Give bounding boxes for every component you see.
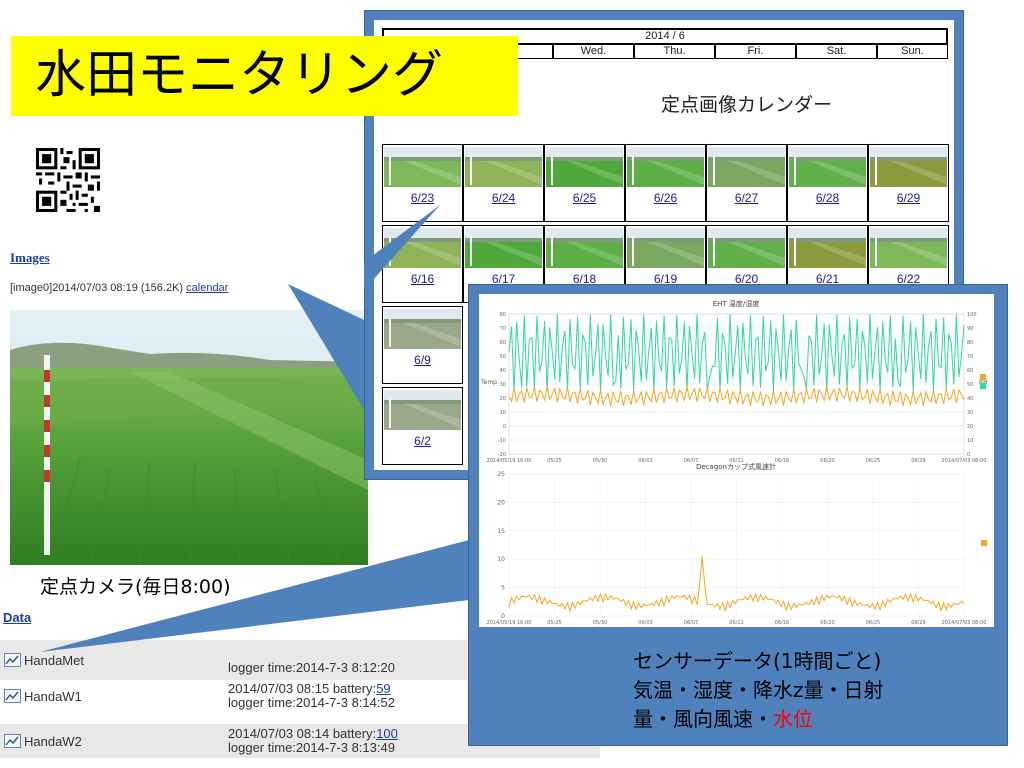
chart2-ytick: 0 — [501, 613, 505, 620]
water-level-label: 水位 — [773, 707, 813, 731]
chart2-xtick: 05/30 — [593, 620, 607, 626]
chart2-xtick: 06/29 — [911, 620, 925, 626]
chart1-xtick: 05/30 — [593, 458, 607, 464]
chart1-ytick-right: 20 — [967, 424, 973, 430]
headline-title: 水田モニタリング — [11, 36, 518, 116]
chart2-ytick: 25 — [497, 471, 505, 478]
chart1-left-label: Temp. — [480, 379, 499, 386]
chart1-xtick: 06/07 — [684, 458, 698, 464]
chart1-ytick-right: 60 — [967, 368, 973, 374]
chart1-ytick-right: 10 — [967, 438, 973, 444]
sensor-description: センサーデータ(1時間ごと) 気温・湿度・降水z量・日射 量・風向風速・水位 — [633, 647, 884, 734]
chart2-xtick: 06/16 — [775, 620, 789, 626]
chart1-ytick-right: 30 — [967, 410, 973, 416]
chart1-ytick-right: 90 — [967, 326, 973, 332]
chart2-xtick: 2014/05/19 16:00 — [487, 620, 532, 626]
chart1-title: EHT 温度/湿度 — [713, 299, 760, 308]
chart2-ytick: 5 — [501, 585, 505, 592]
chart1-xtick: 06/20 — [820, 458, 834, 464]
sensor-charts-svg: EHT 温度/湿度 Temp. RH Decagonカップ式風速計 -20-10… — [480, 299, 988, 626]
chart1-ytick: 80 — [500, 312, 506, 318]
chart2-ytick: 20 — [497, 499, 505, 506]
chart1-xtick: 06/03 — [638, 458, 652, 464]
chart2-xtick: 06/11 — [729, 620, 743, 626]
chart2-xtick: 06/25 — [866, 620, 880, 626]
chart1-ytick: 30 — [500, 382, 506, 388]
chart1-ytick: 20 — [500, 396, 506, 402]
chart1-ytick: 40 — [500, 368, 506, 374]
chart2-xtick: 2014/07/03 08:00 — [942, 620, 987, 626]
chart1-xtick: 05/25 — [547, 458, 561, 464]
calendar-callout-tail — [288, 284, 364, 410]
chart2-xtick: 06/07 — [684, 620, 698, 626]
chart2-ytick: 10 — [497, 556, 505, 563]
chart1-ytick: 50 — [500, 354, 506, 360]
sensor-line3-text: 量・風向風速・ — [633, 707, 773, 731]
sensor-line1: センサーデータ(1時間ごと) — [633, 649, 882, 673]
chart1-ytick: -10 — [498, 438, 506, 444]
temp-legend-swatch — [980, 374, 986, 380]
rh-legend-swatch — [980, 383, 986, 389]
wind-legend-swatch — [981, 540, 987, 546]
sensor-line2: 気温・湿度・降水z量・日射 — [633, 678, 884, 702]
chart1-ytick-right: 80 — [967, 340, 973, 346]
chart2-xtick: 06/03 — [638, 620, 652, 626]
chart1-ytick-right: 70 — [967, 354, 973, 360]
rh-series-line — [508, 313, 965, 392]
chart2-ytick: 15 — [497, 528, 505, 535]
temp-series-line — [508, 386, 965, 407]
chart2-xtick: 06/20 — [820, 620, 834, 626]
chart1-xtick: 06/29 — [911, 458, 925, 464]
chart1-xtick: 2014/05/19 16:00 — [487, 458, 532, 464]
chart1-ytick-right: 40 — [967, 396, 973, 402]
chart2-xtick: 05/25 — [547, 620, 561, 626]
chart1-xtick: 2014/07/03 08:00 — [942, 458, 987, 464]
chart1-xtick: 06/11 — [729, 458, 743, 464]
chart1-xtick: 06/16 — [775, 458, 789, 464]
chart1-ytick: 60 — [500, 340, 506, 346]
chart1-ytick: 10 — [500, 410, 506, 416]
chart1-ytick-right: 100 — [967, 312, 977, 318]
sensor-charts: EHT 温度/湿度 Temp. RH Decagonカップ式風速計 -20 -10… — [479, 294, 994, 627]
calendar-callout-tail — [364, 205, 440, 290]
chart1-ytick-right: 50 — [967, 382, 973, 388]
chart1-xtick: 06/25 — [866, 458, 880, 464]
chart1-ytick: 0 — [503, 424, 506, 430]
chart-callout-tail — [40, 540, 469, 652]
chart1-ytick: 70 — [500, 326, 506, 332]
chart-callout: EHT 温度/湿度 Temp. RH Decagonカップ式風速計 -20 -10… — [468, 284, 1008, 746]
sensor-line3: 量・風向風速・水位 — [633, 705, 884, 734]
